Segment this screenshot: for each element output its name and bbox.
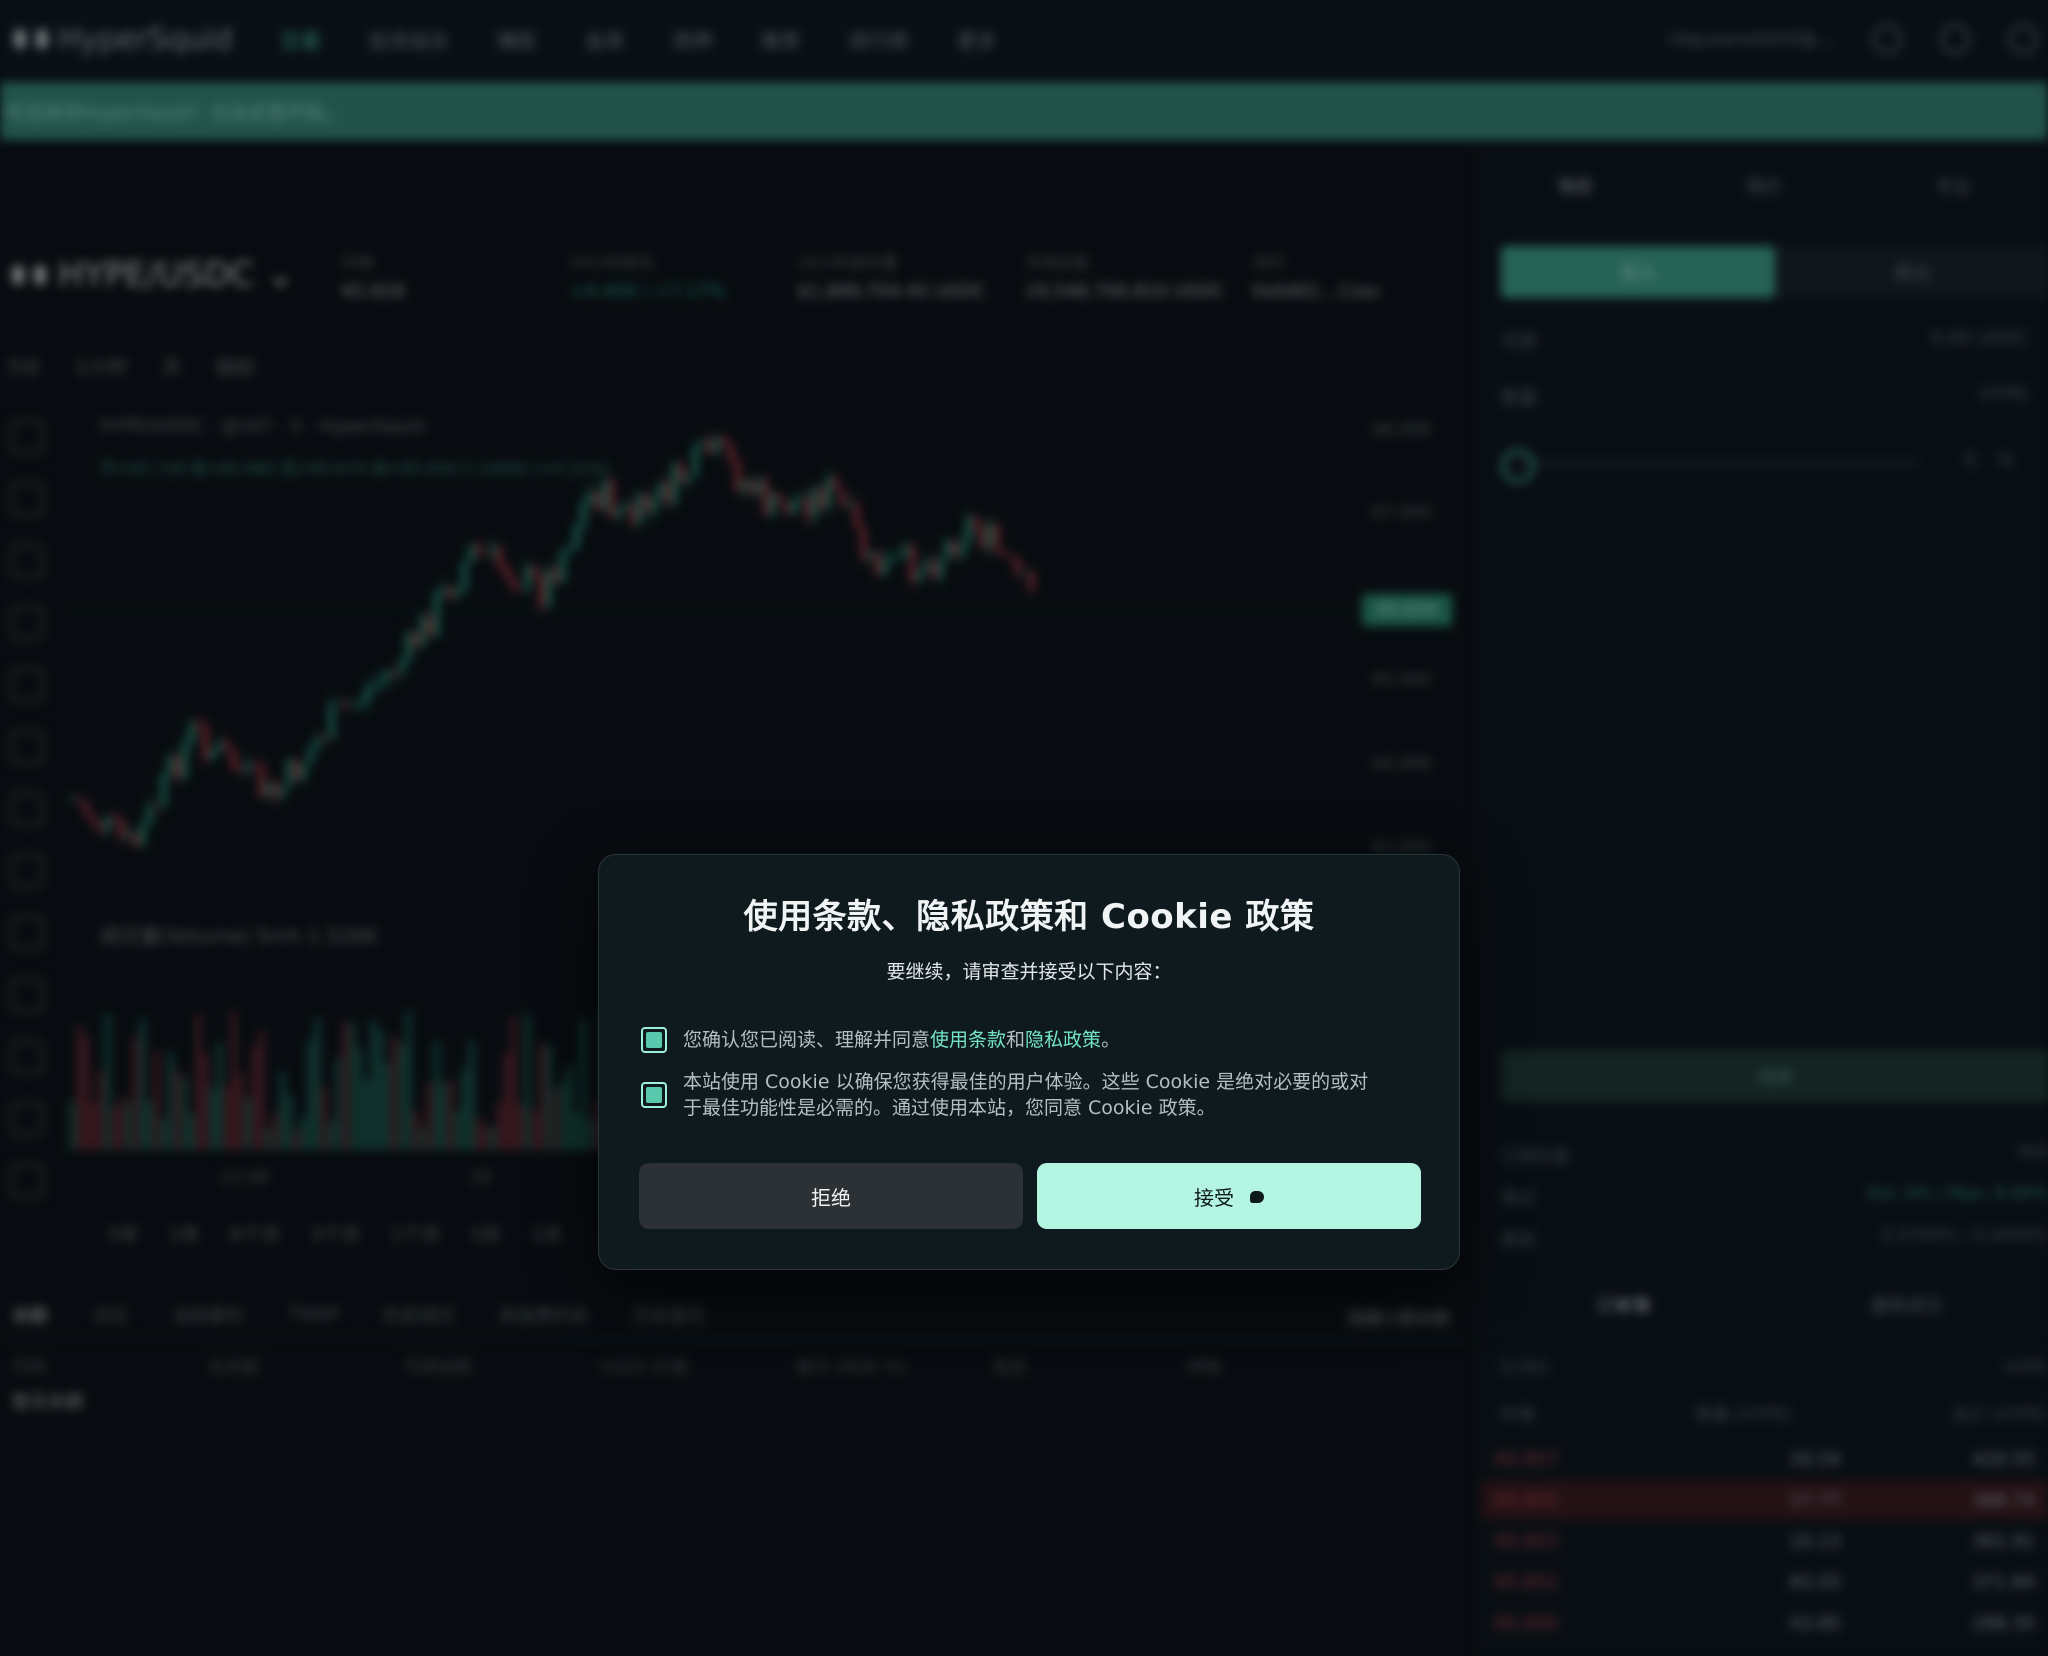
- terms-consent-modal: 使用条款、隐私政策和 Cookie 政策 要继续，请审查并接受以下内容： 您确认…: [598, 854, 1460, 1270]
- reject-button[interactable]: 拒绝: [639, 1163, 1023, 1229]
- accept-label: 接受: [1194, 1185, 1234, 1210]
- reject-label: 拒绝: [811, 1185, 851, 1210]
- terms-consent-row: 您确认您已阅读、理解并同意使用条款和隐私政策。: [641, 1027, 1120, 1053]
- privacy-policy-link[interactable]: 隐私政策: [1025, 1029, 1101, 1051]
- cookie-checkbox[interactable]: [641, 1082, 667, 1108]
- accept-button[interactable]: 接受: [1037, 1163, 1421, 1229]
- cookie-consent-row: 本站使用 Cookie 以确保您获得最佳的用户体验。这些 Cookie 是绝对必…: [641, 1069, 1368, 1121]
- modal-backdrop: [0, 0, 2048, 1656]
- cookie-consent-text: 本站使用 Cookie 以确保您获得最佳的用户体验。这些 Cookie 是绝对必…: [683, 1071, 1369, 1119]
- terms-consent-text: 您确认您已阅读、理解并同意使用条款和隐私政策。: [683, 1029, 1121, 1051]
- modal-subtitle: 要继续，请审查并接受以下内容：: [886, 961, 1172, 983]
- cursor-pointer-icon: [1250, 1191, 1264, 1203]
- terms-of-use-link[interactable]: 使用条款: [930, 1029, 1006, 1051]
- modal-title: 使用条款、隐私政策和 Cookie 政策: [743, 897, 1315, 937]
- terms-checkbox[interactable]: [641, 1027, 667, 1053]
